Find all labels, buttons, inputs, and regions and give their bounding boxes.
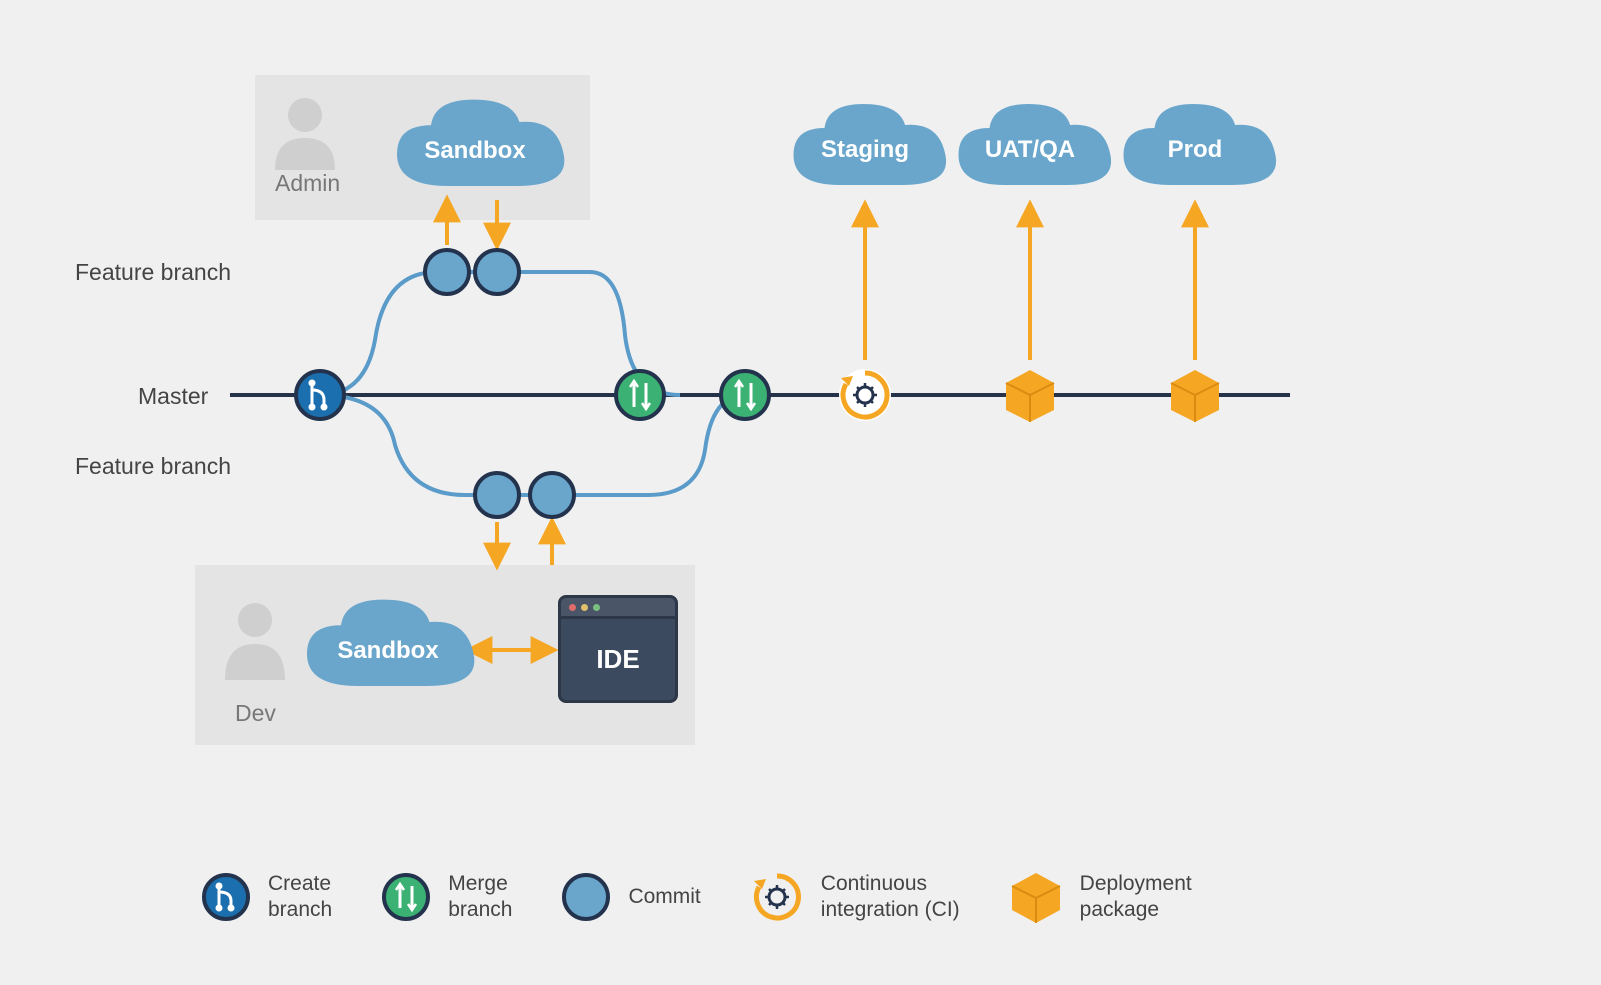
commit-node-top-2	[475, 250, 519, 294]
legend-ci-label: Continuous integration (CI)	[821, 871, 960, 924]
legend-create-branch: Create branch	[200, 871, 332, 924]
ci-node	[839, 369, 891, 421]
merge-branch-node-1	[616, 371, 664, 419]
deployment-package-prod	[1171, 370, 1219, 422]
legend-merge-branch: Merge branch	[380, 871, 512, 924]
cloud-dev-sandbox-label: Sandbox	[337, 637, 439, 664]
commit-node-bottom-1	[475, 473, 519, 517]
cloud-staging-label: Staging	[821, 136, 909, 163]
deployment-package-uat	[1006, 370, 1054, 422]
legend-commit-label: Commit	[628, 884, 700, 910]
ide-label: IDE	[596, 644, 639, 675]
legend-ci: Continuous integration (CI)	[749, 869, 960, 925]
legend-create-branch-label: Create branch	[268, 871, 332, 924]
commit-node-bottom-2	[530, 473, 574, 517]
legend-deployment: Deployment package	[1008, 869, 1192, 925]
admin-user-icon	[275, 98, 335, 170]
diagram-canvas: Feature branch Master Feature branch Adm…	[0, 0, 1601, 985]
legend-commit: Commit	[560, 871, 700, 923]
legend-merge-branch-label: Merge branch	[448, 871, 512, 924]
diagram-svg: Sandbox Sandbox Staging UAT/QA Prod	[0, 0, 1601, 985]
cloud-uat-label: UAT/QA	[985, 136, 1075, 163]
commit-node-top-1	[425, 250, 469, 294]
cloud-admin-sandbox-label: Sandbox	[424, 137, 526, 164]
legend-deployment-label: Deployment package	[1080, 871, 1192, 924]
legend: Create branch Merge branch Commit	[200, 869, 1192, 925]
dev-user-icon	[225, 603, 285, 680]
create-branch-node	[296, 371, 344, 419]
cloud-prod-label: Prod	[1168, 136, 1223, 163]
ide-window: IDE	[558, 595, 678, 703]
merge-branch-node-2	[721, 371, 769, 419]
